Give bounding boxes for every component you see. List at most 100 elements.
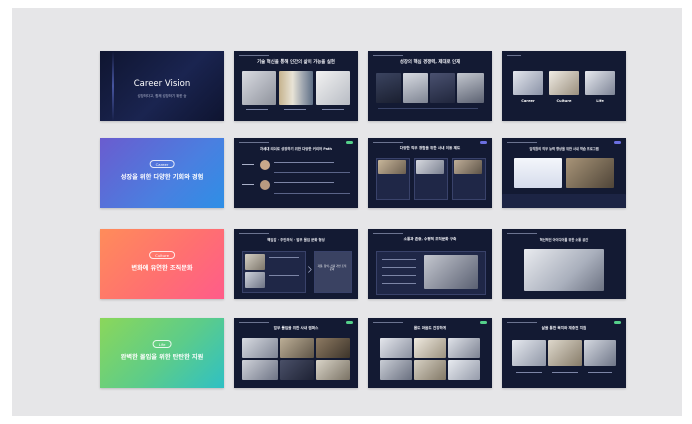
section-badge: Culture	[149, 251, 175, 260]
text-line	[382, 267, 416, 269]
timeline-line	[274, 193, 350, 195]
text-line	[382, 259, 416, 261]
photo-meeting	[424, 255, 478, 289]
text-line	[274, 162, 334, 164]
slide-title: 성장의 핵심 경쟁력, 제대로 인재	[399, 60, 461, 65]
cover-subtitle: 성장하다고, 함께 성장하기 위한 승	[137, 94, 187, 98]
caption-line	[378, 108, 478, 110]
status-badge	[614, 141, 621, 144]
photo-health-6	[448, 360, 480, 380]
photo-welfare-2	[548, 340, 582, 366]
photo-3	[454, 160, 482, 174]
slide-career-culture-life[interactable]: Career Culture Life	[502, 51, 626, 121]
photo-health-3	[448, 338, 480, 358]
side-label	[242, 164, 254, 166]
result-text: 자율, 창의, 신뢰 기반 조직 문화	[317, 265, 347, 272]
bottom-bar	[502, 194, 626, 208]
section-badge: Career	[149, 160, 175, 169]
photo-campus-1	[242, 338, 278, 358]
text-line	[269, 275, 299, 277]
slide-job-rotation[interactable]: 다양한 직무 경험을 위한 사내 이동 제도	[368, 138, 492, 208]
status-badge	[480, 141, 487, 144]
photo-health-1	[380, 338, 412, 358]
photo-campus-5	[280, 360, 314, 380]
photo-office	[524, 249, 604, 291]
arrow-icon	[304, 265, 313, 274]
label-career: Career	[521, 99, 535, 103]
photo-health-5	[414, 360, 446, 380]
slide-header	[373, 141, 487, 144]
slide-header	[239, 141, 353, 144]
result-panel	[314, 251, 352, 293]
screenshot-portal	[514, 158, 562, 188]
slide-health[interactable]: 몸도 마음도 건강하게	[368, 318, 492, 388]
slide-header	[507, 232, 621, 235]
photo-culture	[549, 71, 579, 95]
slide-title: 차세대 리더로 성장하기 위한 다양한 커리어 Path	[260, 147, 332, 151]
slide-horizontal-culture[interactable]: 소통과 존중, 수평적 조직문화 구축	[368, 229, 492, 299]
caption-line	[516, 372, 542, 374]
photo-fridge	[279, 71, 313, 105]
slide-welfare[interactable]: 삶을 통한 복지와 재충전 지원	[502, 318, 626, 388]
caption-line	[588, 372, 612, 374]
photo-welfare-1	[512, 340, 546, 366]
slide-header	[373, 54, 487, 57]
photo-campus-4	[242, 360, 278, 380]
status-badge	[346, 141, 353, 144]
photo-classroom	[566, 158, 614, 188]
slide-career-vision-cover[interactable]: Career Vision 성장하다고, 함께 성장하기 위한 승	[100, 51, 224, 121]
status-badge	[346, 321, 353, 324]
slide-communication-space[interactable]: 혁신적인 아이디어를 위한 소통 공간	[502, 229, 626, 299]
avatar	[260, 160, 270, 170]
photo-ring-device	[242, 71, 276, 105]
slide-title: 책임감 · 주인의식 · 업무 몰입 문화 형성	[267, 238, 325, 242]
label-life: Life	[596, 99, 604, 103]
text-line	[269, 257, 299, 259]
label-culture: Culture	[556, 99, 572, 103]
caption-line	[322, 109, 344, 111]
photo-2	[416, 160, 444, 174]
photo-life	[585, 71, 615, 95]
photo-people-2	[403, 73, 428, 103]
slide-ownership-culture[interactable]: 책임감 · 주인의식 · 업무 몰입 문화 형성 자율, 창의, 신뢰 기반 조…	[234, 229, 358, 299]
timeline-line	[274, 172, 350, 174]
section-title: 변화에 유연한 조직문화	[131, 265, 193, 272]
slide-career-path[interactable]: 차세대 리더로 성장하기 위한 다양한 커리어 Path	[234, 138, 358, 208]
photo-career	[513, 71, 543, 95]
photo-1	[378, 160, 406, 174]
status-badge	[614, 321, 621, 324]
cover-title: Career Vision	[133, 79, 191, 89]
caption-line	[246, 109, 268, 111]
slide-title: 소통과 존중, 수평적 조직문화 구축	[403, 237, 457, 241]
text-line	[382, 275, 416, 277]
slide-header	[373, 232, 487, 235]
photo-health-2	[414, 338, 446, 358]
section-title: 성장을 위한 다양한 기회와 경험	[120, 174, 204, 181]
photo-campus-3	[316, 338, 350, 358]
section-badge: Life	[152, 340, 172, 349]
slide-campus[interactable]: 업무 몰입을 위한 사내 캠퍼스	[234, 318, 358, 388]
text-line	[382, 283, 416, 285]
slide-learning-program[interactable]: 임직원의 직무 능력 향상을 위한 사내 학습 프로그램	[502, 138, 626, 208]
slide-section-culture[interactable]: Culture 변화에 유연한 조직문화	[100, 229, 224, 299]
slide-title: 기술 혁신을 통해 인간의 삶이 가능을 실현	[257, 60, 335, 65]
photo-robot	[316, 71, 350, 105]
photo-welfare-3	[584, 340, 616, 366]
photo-2	[245, 272, 265, 288]
slide-title: 다양한 직무 경험을 위한 사내 이동 제도	[399, 146, 461, 150]
slide-header	[373, 321, 487, 324]
slide-section-career[interactable]: Career 성장을 위한 다양한 기회와 경험	[100, 138, 224, 208]
slide-core-talent[interactable]: 성장의 핵심 경쟁력, 제대로 인재	[368, 51, 492, 121]
photo-campus-6	[316, 360, 350, 380]
slide-header	[507, 54, 621, 57]
slide-title: 임직원의 직무 능력 향상을 위한 사내 학습 프로그램	[529, 147, 599, 151]
slide-header	[507, 321, 621, 324]
text-line	[274, 182, 334, 184]
slide-title: 몸도 마음도 건강하게	[413, 326, 447, 330]
slide-tech-innovation[interactable]: 기술 혁신을 통해 인간의 삶이 가능을 실현	[234, 51, 358, 121]
photo-people-1	[376, 73, 401, 103]
slide-section-life[interactable]: Life 완벽한 몰입을 위한 탄탄한 지원	[100, 318, 224, 388]
avatar	[260, 180, 270, 190]
slide-header	[239, 232, 353, 235]
slide-title: 혁신적인 아이디어를 위한 소통 공간	[539, 238, 589, 242]
